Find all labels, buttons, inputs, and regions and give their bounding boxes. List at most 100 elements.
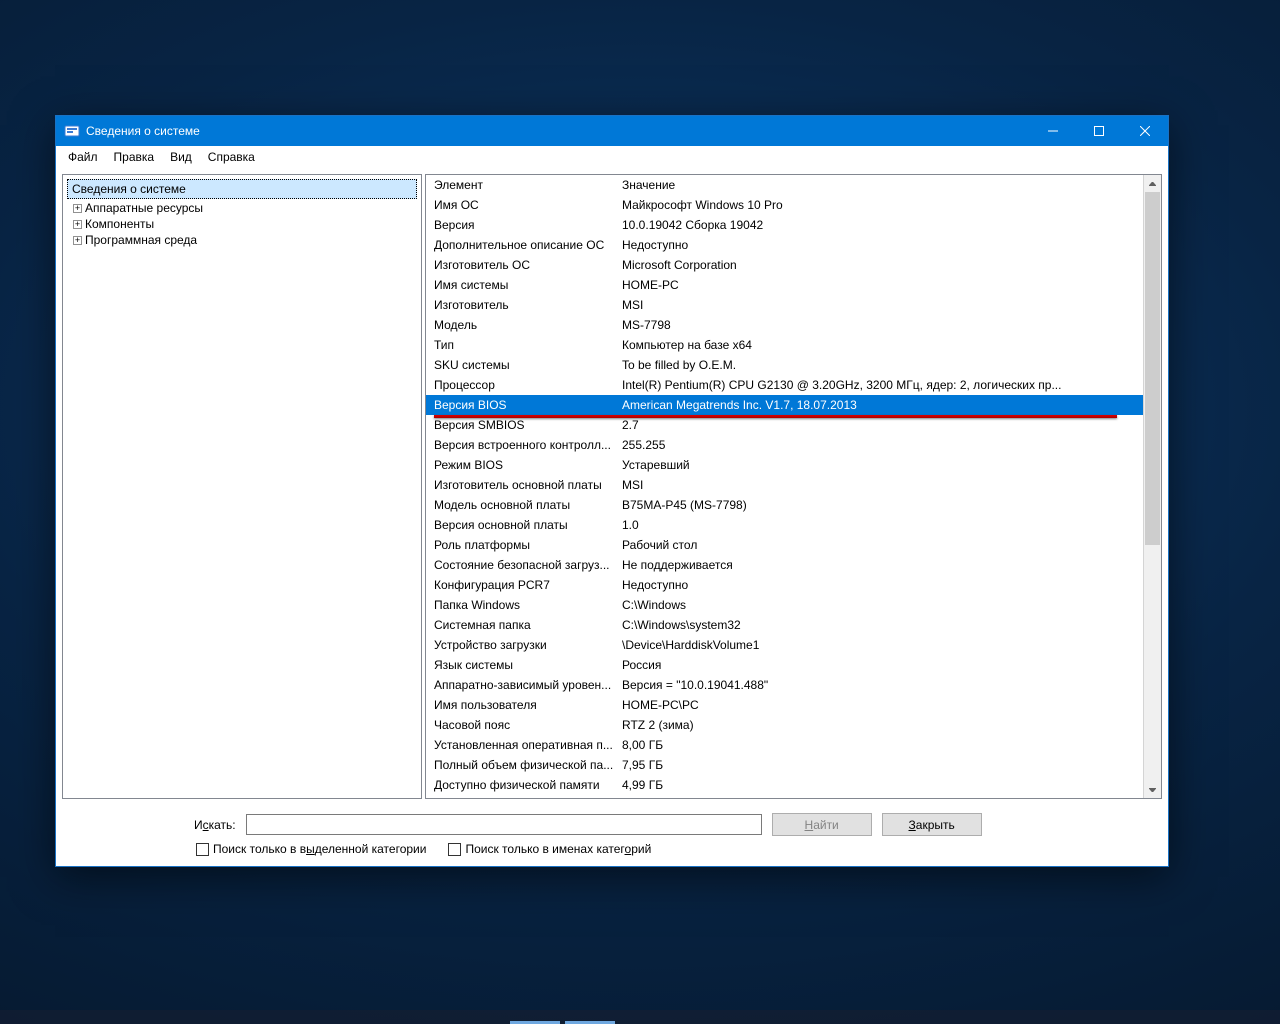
table-row[interactable]: Доступно физической памяти4,99 ГБ [426,775,1143,795]
cell-key: Режим BIOS [434,458,622,472]
menu-help[interactable]: Справка [202,148,261,168]
table-row[interactable]: Версия встроенного контролл...255.255 [426,435,1143,455]
menu-view[interactable]: Вид [164,148,198,168]
plus-icon[interactable]: + [73,236,82,245]
tree-label: Аппаратные ресурсы [85,201,203,215]
table-row[interactable]: Версия10.0.19042 Сборка 19042 [426,215,1143,235]
cell-value: C:\Windows\system32 [622,618,1143,632]
close-button[interactable] [1122,116,1168,146]
taskbar[interactable] [0,1010,1280,1024]
scroll-up-button[interactable] [1144,175,1161,192]
tree-hardware[interactable]: + Аппаратные ресурсы [69,200,421,216]
find-button[interactable]: Найти [772,813,872,836]
table-row[interactable]: ИзготовительMSI [426,295,1143,315]
menu-edit[interactable]: Правка [108,148,161,168]
table-row[interactable]: Модель основной платыB75MA-P45 (MS-7798) [426,495,1143,515]
cell-key: Часовой пояс [434,718,622,732]
vertical-scrollbar[interactable] [1143,175,1161,798]
titlebar[interactable]: Сведения о системе [56,116,1168,146]
cell-value: Версия = "10.0.19041.488" [622,678,1143,692]
table-row[interactable]: Устройство загрузки\Device\HarddiskVolum… [426,635,1143,655]
table-row[interactable]: ТипКомпьютер на базе x64 [426,335,1143,355]
cell-value: Майкрософт Windows 10 Pro [622,198,1143,212]
scroll-thumb[interactable] [1145,192,1160,545]
tree-root[interactable]: Сведения о системе [67,179,417,199]
cell-value: MSI [622,478,1143,492]
tree-label: Программная среда [85,233,197,247]
maximize-button[interactable] [1076,116,1122,146]
plus-icon[interactable]: + [73,220,82,229]
table-row[interactable]: ПроцессорIntel(R) Pentium(R) CPU G2130 @… [426,375,1143,395]
cell-key: Имя ОС [434,198,622,212]
table-row[interactable]: Режим BIOSУстаревший [426,455,1143,475]
scroll-track[interactable] [1144,192,1161,781]
cell-value: Недоступно [622,578,1143,592]
category-tree[interactable]: Сведения о системе + Аппаратные ресурсы … [62,174,422,799]
cell-value: Не поддерживается [622,558,1143,572]
cell-value: B75MA-P45 (MS-7798) [622,498,1143,512]
menu-file[interactable]: Файл [62,148,104,168]
table-row[interactable]: Установленная оперативная п...8,00 ГБ [426,735,1143,755]
table-header[interactable]: ЭлементЗначение [426,175,1143,195]
cell-key: Версия [434,218,622,232]
highlight-underline [434,415,1117,418]
close-search-button[interactable]: Закрыть [882,813,982,836]
table-row[interactable]: Язык системыРоссия [426,655,1143,675]
cell-key: Полный объем физической па... [434,758,622,772]
table-row[interactable]: Конфигурация PCR7Недоступно [426,575,1143,595]
cell-value: \Device\HarddiskVolume1 [622,638,1143,652]
table-row[interactable]: Аппаратно-зависимый уровен...Версия = "1… [426,675,1143,695]
tree-software[interactable]: + Программная среда [69,232,421,248]
cell-key: Дополнительное описание ОС [434,238,622,252]
system-info-window: Сведения о системе Файл Правка Вид Справ… [55,115,1169,867]
plus-icon[interactable]: + [73,204,82,213]
cell-key: Папка Windows [434,598,622,612]
cell-value: Intel(R) Pentium(R) CPU G2130 @ 3.20GHz,… [622,378,1143,392]
checkbox-icon [196,843,209,856]
search-selected-category-checkbox[interactable]: Поиск только в выделенной категории [196,842,426,856]
col-element[interactable]: Элемент [434,178,622,192]
table-row[interactable]: Системная папкаC:\Windows\system32 [426,615,1143,635]
cell-value: Microsoft Corporation [622,258,1143,272]
cell-key: Модель основной платы [434,498,622,512]
table-row[interactable]: Папка WindowsC:\Windows [426,595,1143,615]
table-row[interactable]: Версия основной платы1.0 [426,515,1143,535]
table-row[interactable]: Дополнительное описание ОСНедоступно [426,235,1143,255]
cell-value: 10.0.19042 Сборка 19042 [622,218,1143,232]
cell-value: HOME-PC [622,278,1143,292]
table-row[interactable]: Имя системыHOME-PC [426,275,1143,295]
table-row[interactable]: Часовой поясRTZ 2 (зима) [426,715,1143,735]
table-row[interactable]: Имя ОСМайкрософт Windows 10 Pro [426,195,1143,215]
col-value[interactable]: Значение [622,178,1143,192]
cell-key: Устройство загрузки [434,638,622,652]
cell-value: Компьютер на базе x64 [622,338,1143,352]
cell-key: Язык системы [434,658,622,672]
table-row[interactable]: МодельMS-7798 [426,315,1143,335]
table-row[interactable]: Полный объем физической па...7,95 ГБ [426,755,1143,775]
cell-value: 255.255 [622,438,1143,452]
cell-value: Устаревший [622,458,1143,472]
table-row[interactable]: Имя пользователяHOME-PC\PC [426,695,1143,715]
cell-key: SKU системы [434,358,622,372]
window-title: Сведения о системе [86,124,200,138]
cell-value: C:\Windows [622,598,1143,612]
search-bar: Искать: Найти Закрыть Поиск только в выд… [56,805,1168,866]
table-row[interactable]: SKU системыTo be filled by O.E.M. [426,355,1143,375]
table-row[interactable]: Состояние безопасной загруз...Не поддерж… [426,555,1143,575]
minimize-button[interactable] [1030,116,1076,146]
scroll-down-button[interactable] [1144,781,1161,798]
table-row[interactable]: Изготовитель основной платыMSI [426,475,1143,495]
search-category-names-checkbox[interactable]: Поиск только в именах категорий [448,842,651,856]
table-row[interactable]: Изготовитель ОСMicrosoft Corporation [426,255,1143,275]
cell-key: Процессор [434,378,622,392]
cell-key: Тип [434,338,622,352]
tree-components[interactable]: + Компоненты [69,216,421,232]
cell-value: American Megatrends Inc. V1.7, 18.07.201… [622,398,1143,412]
cell-key: Имя системы [434,278,622,292]
search-input[interactable] [246,814,762,835]
table-row[interactable]: Роль платформыРабочий стол [426,535,1143,555]
checkbox-label: Поиск только в именах категорий [465,842,651,856]
cell-value: HOME-PC\PC [622,698,1143,712]
table-row[interactable]: Версия BIOSAmerican Megatrends Inc. V1.7… [426,395,1143,415]
table-row[interactable]: Версия SMBIOS2.7 [426,415,1143,435]
